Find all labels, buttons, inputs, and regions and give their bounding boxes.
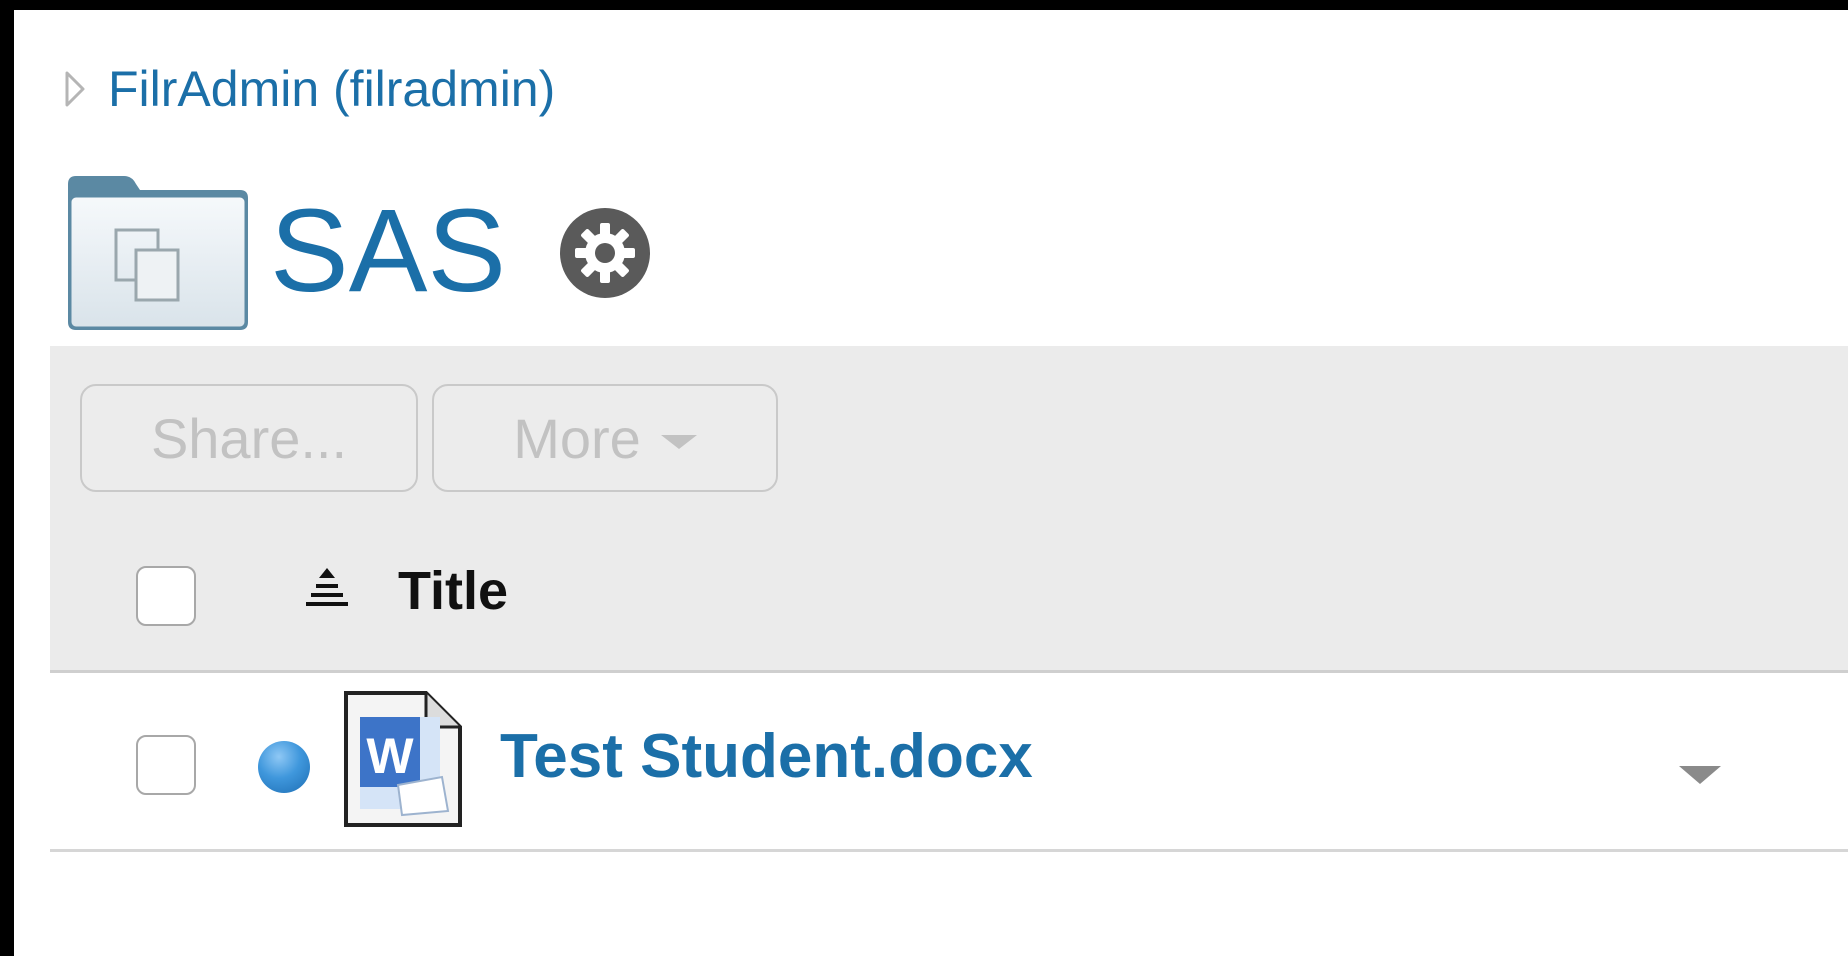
breadcrumb: FilrAdmin (filradmin) — [60, 58, 555, 120]
sort-ascending-icon[interactable] — [302, 564, 352, 612]
share-button-label: Share... — [150, 406, 348, 470]
file-name-link[interactable]: Test Student.docx — [500, 721, 1033, 792]
content-frame: FilrAdmin (filradmin) SAS Share... More … — [14, 10, 1848, 956]
word-document-icon: W — [342, 689, 466, 829]
more-button-label: More — [513, 406, 641, 470]
toolbar-panel: Share... More Title — [50, 346, 1848, 673]
page-title: SAS — [270, 185, 507, 317]
share-button[interactable]: Share... — [80, 384, 418, 492]
folder-settings-gear-icon[interactable] — [558, 206, 652, 300]
row-checkbox[interactable] — [136, 735, 196, 795]
expand-arrow-icon[interactable] — [60, 67, 90, 111]
table-row[interactable]: W Test Student.docx — [50, 673, 1848, 852]
column-header-title[interactable]: Title — [398, 560, 508, 622]
chevron-down-icon — [660, 435, 697, 449]
unread-indicator-icon — [258, 741, 310, 793]
folder-icon — [62, 174, 252, 334]
chevron-down-icon — [1679, 766, 1721, 784]
svg-text:W: W — [366, 728, 414, 784]
more-button[interactable]: More — [432, 384, 778, 492]
row-actions-dropdown[interactable] — [1670, 755, 1730, 795]
breadcrumb-user-link[interactable]: FilrAdmin (filradmin) — [108, 60, 555, 118]
select-all-checkbox[interactable] — [136, 566, 196, 626]
